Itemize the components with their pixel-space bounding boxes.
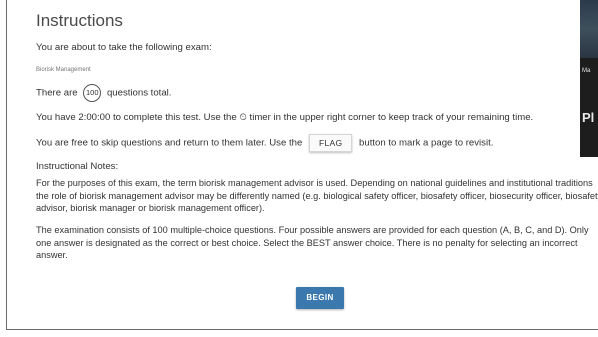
note-paragraph-2: The examination consists of 100 multiple… [36,225,589,260]
questions-prefix: There are [36,87,78,99]
timer-line: You have 2:00:00 to complete this test. … [36,112,534,123]
side-panel-image [580,0,598,58]
questions-line: There are 100 questions total. [36,84,171,102]
questions-suffix: questions total. [106,87,172,99]
begin-button[interactable]: BEGIN [296,287,344,309]
skip-suffix: button to mark a page to revisit. [359,137,494,149]
note-paragraph-1: For the purposes of this exam, the term … [36,178,598,213]
intro-text: You are about to take the following exam… [36,42,212,53]
side-panel: Ma Pl [580,0,598,157]
side-panel-text-top: Ma [582,68,591,74]
skip-line: You are free to skip questions and retur… [36,134,493,152]
page-title: Instructions [36,11,123,30]
notes-heading: Instructional Notes: [36,161,119,172]
side-panel-text-mid: Pl [582,110,595,125]
exam-name: Biorisk Management [36,67,91,73]
question-count-badge: 100 [83,84,102,102]
instructions-panel: Instructions You are about to take the f… [6,0,598,330]
skip-prefix: You are free to skip questions and retur… [36,137,303,149]
flag-button[interactable]: FLAG [308,134,353,152]
